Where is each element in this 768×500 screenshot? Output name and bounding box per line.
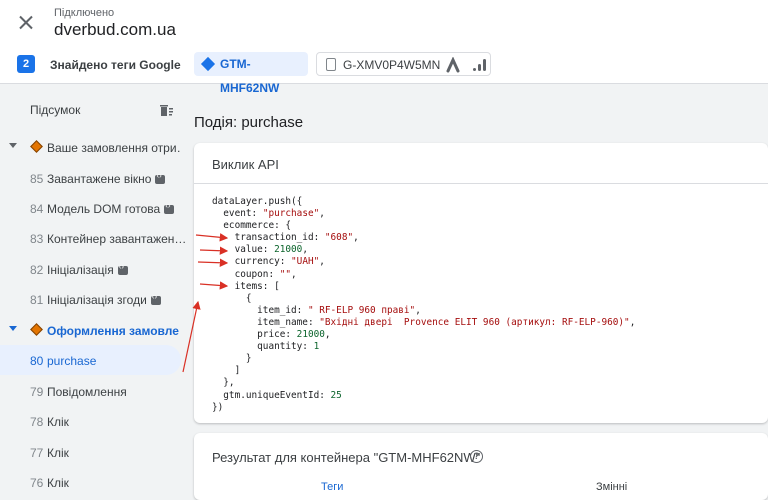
chevron-down-icon[interactable] bbox=[9, 326, 17, 331]
sidebar-item-85[interactable]: 85 Завантажене вікно bbox=[0, 163, 186, 193]
sidebar-item-77[interactable]: 77 Клік bbox=[0, 437, 186, 467]
code-icon bbox=[117, 262, 128, 275]
code-line: ] bbox=[212, 365, 241, 377]
connection-status: Підключено bbox=[54, 7, 115, 19]
group-label: Оформлення замовле… bbox=[47, 324, 180, 338]
api-card-title: Виклик API bbox=[212, 157, 279, 172]
gtm-container-label: GTM-MHF62NW bbox=[220, 57, 280, 95]
sidebar-item-79[interactable]: 79 Повідомлення bbox=[0, 376, 186, 406]
code-line: event: "purchase", bbox=[212, 208, 325, 220]
sidebar-item-76[interactable]: 76 Клік bbox=[0, 467, 186, 497]
event-label: Завантажене вікно bbox=[47, 172, 152, 186]
event-number: 81 bbox=[30, 293, 44, 307]
event-label: purchase bbox=[47, 354, 97, 368]
event-title: Подія: purchase bbox=[194, 114, 304, 131]
help-icon[interactable]: ? bbox=[470, 450, 483, 463]
sidebar-item-84[interactable]: 84 Модель DOM готова bbox=[0, 193, 186, 223]
code-line: currency: "UAH", bbox=[212, 256, 325, 268]
event-label: Ініціалізація bbox=[47, 263, 114, 277]
close-icon[interactable] bbox=[14, 11, 38, 35]
gtm-diamond-icon bbox=[200, 56, 216, 72]
sidebar-item-81[interactable]: 81 Ініціалізація згоди bbox=[0, 284, 186, 314]
result-title: Результат для контейнера "GTM-MHF62NW" bbox=[212, 450, 481, 465]
event-number: 84 bbox=[30, 202, 44, 216]
summary-row[interactable]: Підсумок bbox=[0, 96, 186, 124]
tag-count-badge: 2 bbox=[17, 55, 35, 73]
event-number: 85 bbox=[30, 172, 44, 186]
top-bar: Підключено dverbud.com.ua bbox=[0, 0, 768, 46]
event-label: Модель DOM готова bbox=[47, 202, 161, 216]
ga-tag-chip[interactable]: G-XMV0P4W5MN bbox=[316, 52, 491, 76]
domain-name: dverbud.com.ua bbox=[54, 20, 176, 39]
code-line: gtm.uniqueEventId: 25 bbox=[212, 389, 342, 401]
summary-label: Підсумок bbox=[30, 103, 81, 117]
analytics-icon bbox=[473, 59, 486, 71]
code-line: }) bbox=[212, 401, 224, 413]
code-line: } bbox=[212, 353, 252, 365]
sidebar-item-80-purchase[interactable]: 80 purchase bbox=[0, 345, 181, 375]
ga-tag-label: G-XMV0P4W5MN bbox=[343, 58, 441, 72]
group-label: Ваше замовлення отри… bbox=[47, 141, 180, 155]
event-label: Повідомлення bbox=[47, 385, 127, 399]
sidebar-group-order-received[interactable]: Ваше замовлення отри… bbox=[0, 132, 186, 162]
tag-fired-diamond-icon bbox=[30, 140, 43, 153]
sidebar-item-78[interactable]: 78 Клік bbox=[0, 406, 186, 436]
event-label: Контейнер завантажен… bbox=[47, 232, 187, 246]
code-line: value: 21000, bbox=[212, 244, 308, 256]
code-line: coupon: "", bbox=[212, 268, 297, 280]
event-number: 76 bbox=[30, 476, 44, 490]
sidebar-item-83[interactable]: 83 Контейнер завантажен… bbox=[0, 223, 186, 253]
event-number: 79 bbox=[30, 385, 44, 399]
code-line: price: 21000, bbox=[212, 329, 331, 341]
clear-trash-icon[interactable] bbox=[158, 102, 174, 118]
found-tags-label: Знайдено теги Google bbox=[50, 58, 181, 72]
event-number: 78 bbox=[30, 415, 44, 429]
tab-tags[interactable]: Теги bbox=[321, 481, 343, 493]
code-line: item_name: "Вхідні двері Provence ELIT 9… bbox=[212, 316, 636, 328]
code-line: ecommerce: { bbox=[212, 220, 292, 232]
event-label: Клік bbox=[47, 476, 69, 490]
event-number: 77 bbox=[30, 446, 44, 460]
code-icon bbox=[150, 292, 161, 305]
event-number: 82 bbox=[30, 263, 44, 277]
tag-fired-diamond-icon bbox=[30, 323, 43, 336]
code-line: dataLayer.push({ bbox=[212, 196, 303, 207]
event-label: Клік bbox=[47, 446, 69, 460]
event-label: Клік bbox=[47, 415, 69, 429]
chevron-down-icon[interactable] bbox=[9, 143, 17, 148]
sidebar-item-82[interactable]: 82 Ініціалізація bbox=[0, 254, 186, 284]
divider bbox=[194, 183, 768, 184]
google-ads-icon bbox=[446, 57, 460, 73]
api-call-card: Виклик API dataLayer.push({ event: "purc… bbox=[194, 143, 768, 423]
gtm-container-chip[interactable]: GTM-MHF62NW bbox=[194, 52, 308, 95]
tab-variables[interactable]: Змінні bbox=[596, 481, 627, 493]
code-icon bbox=[164, 201, 175, 214]
code-line: item_id: " RF-ELP 960 праві", bbox=[212, 304, 421, 316]
event-number: 80 bbox=[30, 354, 44, 368]
sidebar-group-checkout[interactable]: Оформлення замовле… bbox=[0, 315, 186, 345]
code-line: items: [ bbox=[212, 280, 280, 292]
code-line: { bbox=[212, 292, 252, 304]
event-number: 83 bbox=[30, 232, 44, 246]
code-line: transaction_id: "608", bbox=[212, 232, 359, 244]
datalayer-code-block: dataLayer.push({ event: "purchase", ecom… bbox=[212, 196, 635, 414]
shopping-bag-icon bbox=[326, 58, 336, 71]
code-line: quantity: 1 bbox=[212, 341, 320, 353]
code-icon bbox=[155, 171, 166, 184]
tag-bar: 2 Знайдено теги Google GTM-MHF62NW G-XMV… bbox=[0, 46, 768, 95]
code-line: }, bbox=[212, 377, 235, 389]
sidebar: Підсумок Ваше замовлення отри… 85 Завант… bbox=[0, 84, 186, 500]
container-result-card: Результат для контейнера "GTM-MHF62NW" ?… bbox=[194, 433, 768, 500]
event-label: Ініціалізація згоди bbox=[47, 293, 147, 307]
